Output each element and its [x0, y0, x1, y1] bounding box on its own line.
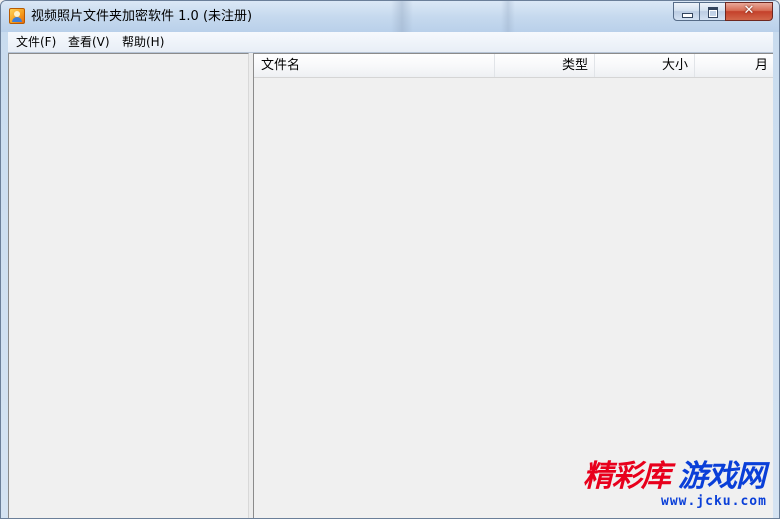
app-photo-lock-icon[interactable]: [9, 8, 25, 24]
maximize-button[interactable]: [699, 2, 726, 21]
maximize-icon: [708, 7, 718, 18]
app-window: 视频照片文件夹加密软件 1.0 (未注册) ✕ 文件(F) 查看(V) 帮助(H…: [0, 0, 780, 519]
title-bar-reflection: [501, 1, 515, 32]
folder-tree-pane[interactable]: [8, 53, 249, 518]
column-header-type[interactable]: 类型: [495, 54, 595, 77]
minimize-button[interactable]: [673, 2, 700, 21]
menu-item-file[interactable]: 文件(F): [16, 35, 56, 49]
window-title: 视频照片文件夹加密软件 1.0 (未注册): [31, 9, 253, 24]
file-list-header: 文件名 类型 大小 月: [254, 54, 773, 78]
column-header-size[interactable]: 大小: [595, 54, 695, 77]
minimize-icon: [682, 13, 693, 18]
menu-item-help[interactable]: 帮助(H): [122, 35, 164, 49]
title-bar-reflection: [391, 1, 413, 32]
column-header-filename[interactable]: 文件名: [254, 54, 495, 77]
menu-bar: 文件(F) 查看(V) 帮助(H): [8, 32, 773, 53]
column-header-extra[interactable]: 月: [695, 54, 773, 77]
close-button[interactable]: ✕: [725, 2, 773, 21]
title-bar[interactable]: 视频照片文件夹加密软件 1.0 (未注册) ✕: [1, 1, 779, 32]
file-list-pane[interactable]: 文件名 类型 大小 月: [253, 53, 773, 518]
client-area: 文件名 类型 大小 月: [8, 53, 773, 518]
close-icon: ✕: [743, 3, 755, 18]
menu-item-view[interactable]: 查看(V): [68, 35, 110, 49]
